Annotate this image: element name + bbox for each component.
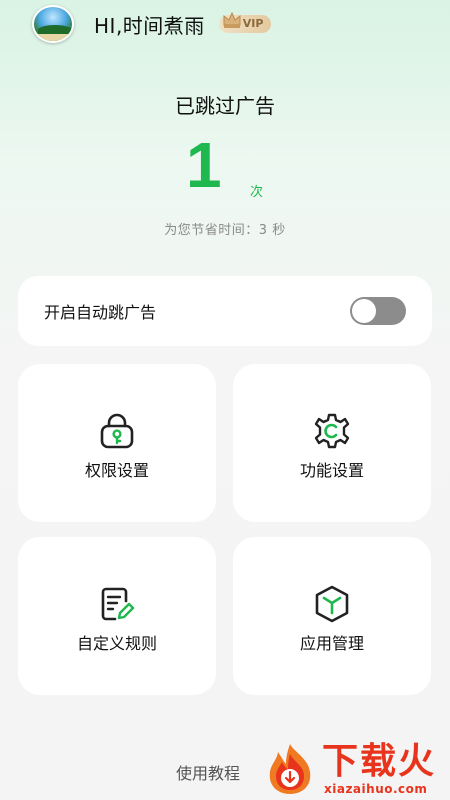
cube-icon xyxy=(315,585,349,623)
tutorial-link[interactable]: 使用教程 xyxy=(176,760,240,784)
switch-knob xyxy=(352,299,376,323)
watermark-brand: 下载火 xyxy=(322,741,437,782)
permission-settings-card[interactable]: 权限设置 xyxy=(18,364,216,522)
skipped-ads-unit: 次 xyxy=(250,185,264,200)
custom-rules-label: 自定义规则 xyxy=(76,634,157,653)
avatar[interactable] xyxy=(32,5,74,43)
app-management-label: 应用管理 xyxy=(299,634,364,653)
function-settings-label: 功能设置 xyxy=(299,461,364,480)
skipped-ads-count: 1 xyxy=(186,129,222,201)
custom-rules-card[interactable]: 自定义规则 xyxy=(18,537,216,695)
watermark: 下载火 xiazaihuo.com xyxy=(264,740,450,800)
function-settings-card[interactable]: 功能设置 xyxy=(233,364,431,522)
user-header: HI,时间煮雨 VIP xyxy=(32,4,272,44)
vip-label: VIP xyxy=(242,17,264,30)
watermark-url: xiazaihuo.com xyxy=(324,782,428,796)
crown-icon xyxy=(223,11,241,28)
flame-logo-icon xyxy=(269,744,311,794)
app-management-card[interactable]: 应用管理 xyxy=(233,537,431,695)
lock-key-icon xyxy=(100,413,134,449)
vip-badge[interactable]: VIP xyxy=(218,11,272,33)
skipped-ads-title: 已跳过广告 xyxy=(175,94,275,118)
gear-icon xyxy=(314,413,350,449)
auto-skip-switch[interactable] xyxy=(350,297,406,325)
auto-skip-label: 开启自动跳广告 xyxy=(44,303,157,322)
permission-settings-label: 权限设置 xyxy=(84,461,149,480)
auto-skip-card: 开启自动跳广告 xyxy=(18,276,432,346)
greeting-text: HI,时间煮雨 xyxy=(94,13,205,38)
edit-document-icon xyxy=(101,587,135,621)
saved-time-text: 为您节省时间：3 秒 xyxy=(164,223,286,238)
